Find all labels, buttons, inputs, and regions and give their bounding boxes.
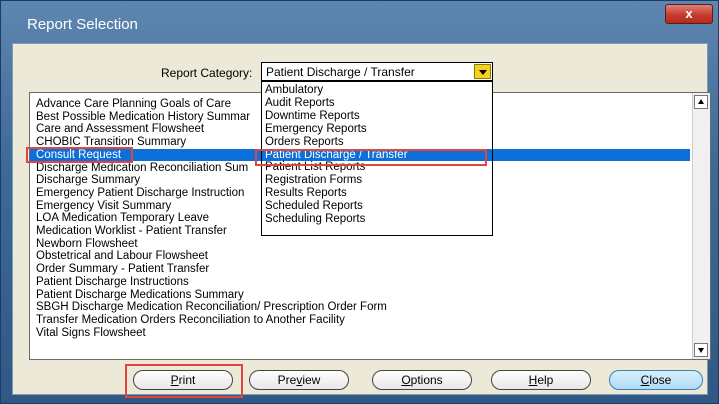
report-list-item[interactable]: Advance Care Planning Goals of Care bbox=[36, 98, 231, 110]
options-mnemonic: O bbox=[401, 373, 411, 387]
report-list-item[interactable]: Order Summary - Patient Transfer bbox=[36, 263, 209, 275]
consult-request-highlight bbox=[26, 147, 133, 163]
report-list-item[interactable]: Patient Discharge Instructions bbox=[36, 276, 189, 288]
report-list-item[interactable]: Vital Signs Flowsheet bbox=[36, 327, 146, 339]
report-selection-window: Report Selection x Report Category: Pati… bbox=[0, 0, 719, 404]
report-list-item[interactable]: Discharge Medication Reconciliation Sum bbox=[36, 162, 248, 174]
close-label-rest: lose bbox=[649, 373, 672, 387]
chevron-down-icon[interactable] bbox=[474, 64, 491, 79]
report-list-item[interactable]: Best Possible Medication History Summar bbox=[36, 111, 250, 123]
report-category-option[interactable]: Audit Reports bbox=[265, 97, 335, 109]
report-list-item[interactable]: Care and Assessment Flowsheet bbox=[36, 123, 204, 135]
report-category-value: Patient Discharge / Transfer bbox=[266, 65, 415, 79]
report-category-label: Report Category: bbox=[161, 66, 253, 80]
report-list-item[interactable]: Emergency Patient Discharge Instruction bbox=[36, 187, 244, 199]
report-category-option[interactable]: Downtime Reports bbox=[265, 110, 360, 122]
report-category-option[interactable]: Scheduling Reports bbox=[265, 213, 365, 225]
window-close-button[interactable]: x bbox=[665, 4, 713, 24]
report-list-item[interactable]: Transfer Medication Orders Reconciliatio… bbox=[36, 314, 345, 326]
report-list-item[interactable]: Discharge Summary bbox=[36, 174, 140, 186]
report-list-item[interactable]: Patient Discharge Medications Summary bbox=[36, 289, 244, 301]
options-label-rest: ptions bbox=[410, 373, 443, 387]
report-category-option[interactable]: Ambulatory bbox=[265, 84, 323, 96]
help-label-rest: elp bbox=[537, 373, 554, 387]
report-list-item[interactable]: LOA Medication Temporary Leave bbox=[36, 212, 209, 224]
report-list-item[interactable]: SBGH Discharge Medication Reconciliation… bbox=[36, 301, 387, 313]
report-category-option[interactable]: Results Reports bbox=[265, 187, 347, 199]
report-list-item[interactable]: Obstetrical and Labour Flowsheet bbox=[36, 250, 208, 262]
close-button[interactable]: Close bbox=[609, 370, 703, 390]
scroll-down-icon[interactable] bbox=[694, 343, 708, 357]
window-title: Report Selection bbox=[27, 16, 138, 33]
report-category-combobox[interactable]: Patient Discharge / Transfer bbox=[261, 62, 493, 81]
options-button[interactable]: Options bbox=[372, 370, 472, 390]
category-option-highlight bbox=[255, 149, 487, 166]
report-list-scrollbar[interactable] bbox=[692, 93, 710, 359]
dialog-body: Report Category: Patient Discharge / Tra… bbox=[12, 43, 711, 395]
report-list-item[interactable]: Medication Worklist - Patient Transfer bbox=[36, 225, 227, 237]
report-category-option[interactable]: Emergency Reports bbox=[265, 123, 367, 135]
report-list-item[interactable]: Emergency Visit Summary bbox=[36, 200, 171, 212]
print-button-highlight bbox=[125, 364, 243, 398]
help-button[interactable]: Help bbox=[491, 370, 591, 390]
preview-button[interactable]: Preview bbox=[249, 370, 349, 390]
preview-label-rest: iew bbox=[302, 373, 321, 387]
report-category-option[interactable]: Registration Forms bbox=[265, 174, 362, 186]
title-bar[interactable]: Report Selection x bbox=[1, 1, 718, 43]
report-category-option[interactable]: Orders Reports bbox=[265, 136, 344, 148]
report-category-option[interactable]: Scheduled Reports bbox=[265, 200, 363, 212]
report-list-item[interactable]: Newborn Flowsheet bbox=[36, 238, 138, 250]
scroll-up-icon[interactable] bbox=[694, 95, 708, 109]
preview-label-pre: Pre bbox=[277, 373, 297, 387]
